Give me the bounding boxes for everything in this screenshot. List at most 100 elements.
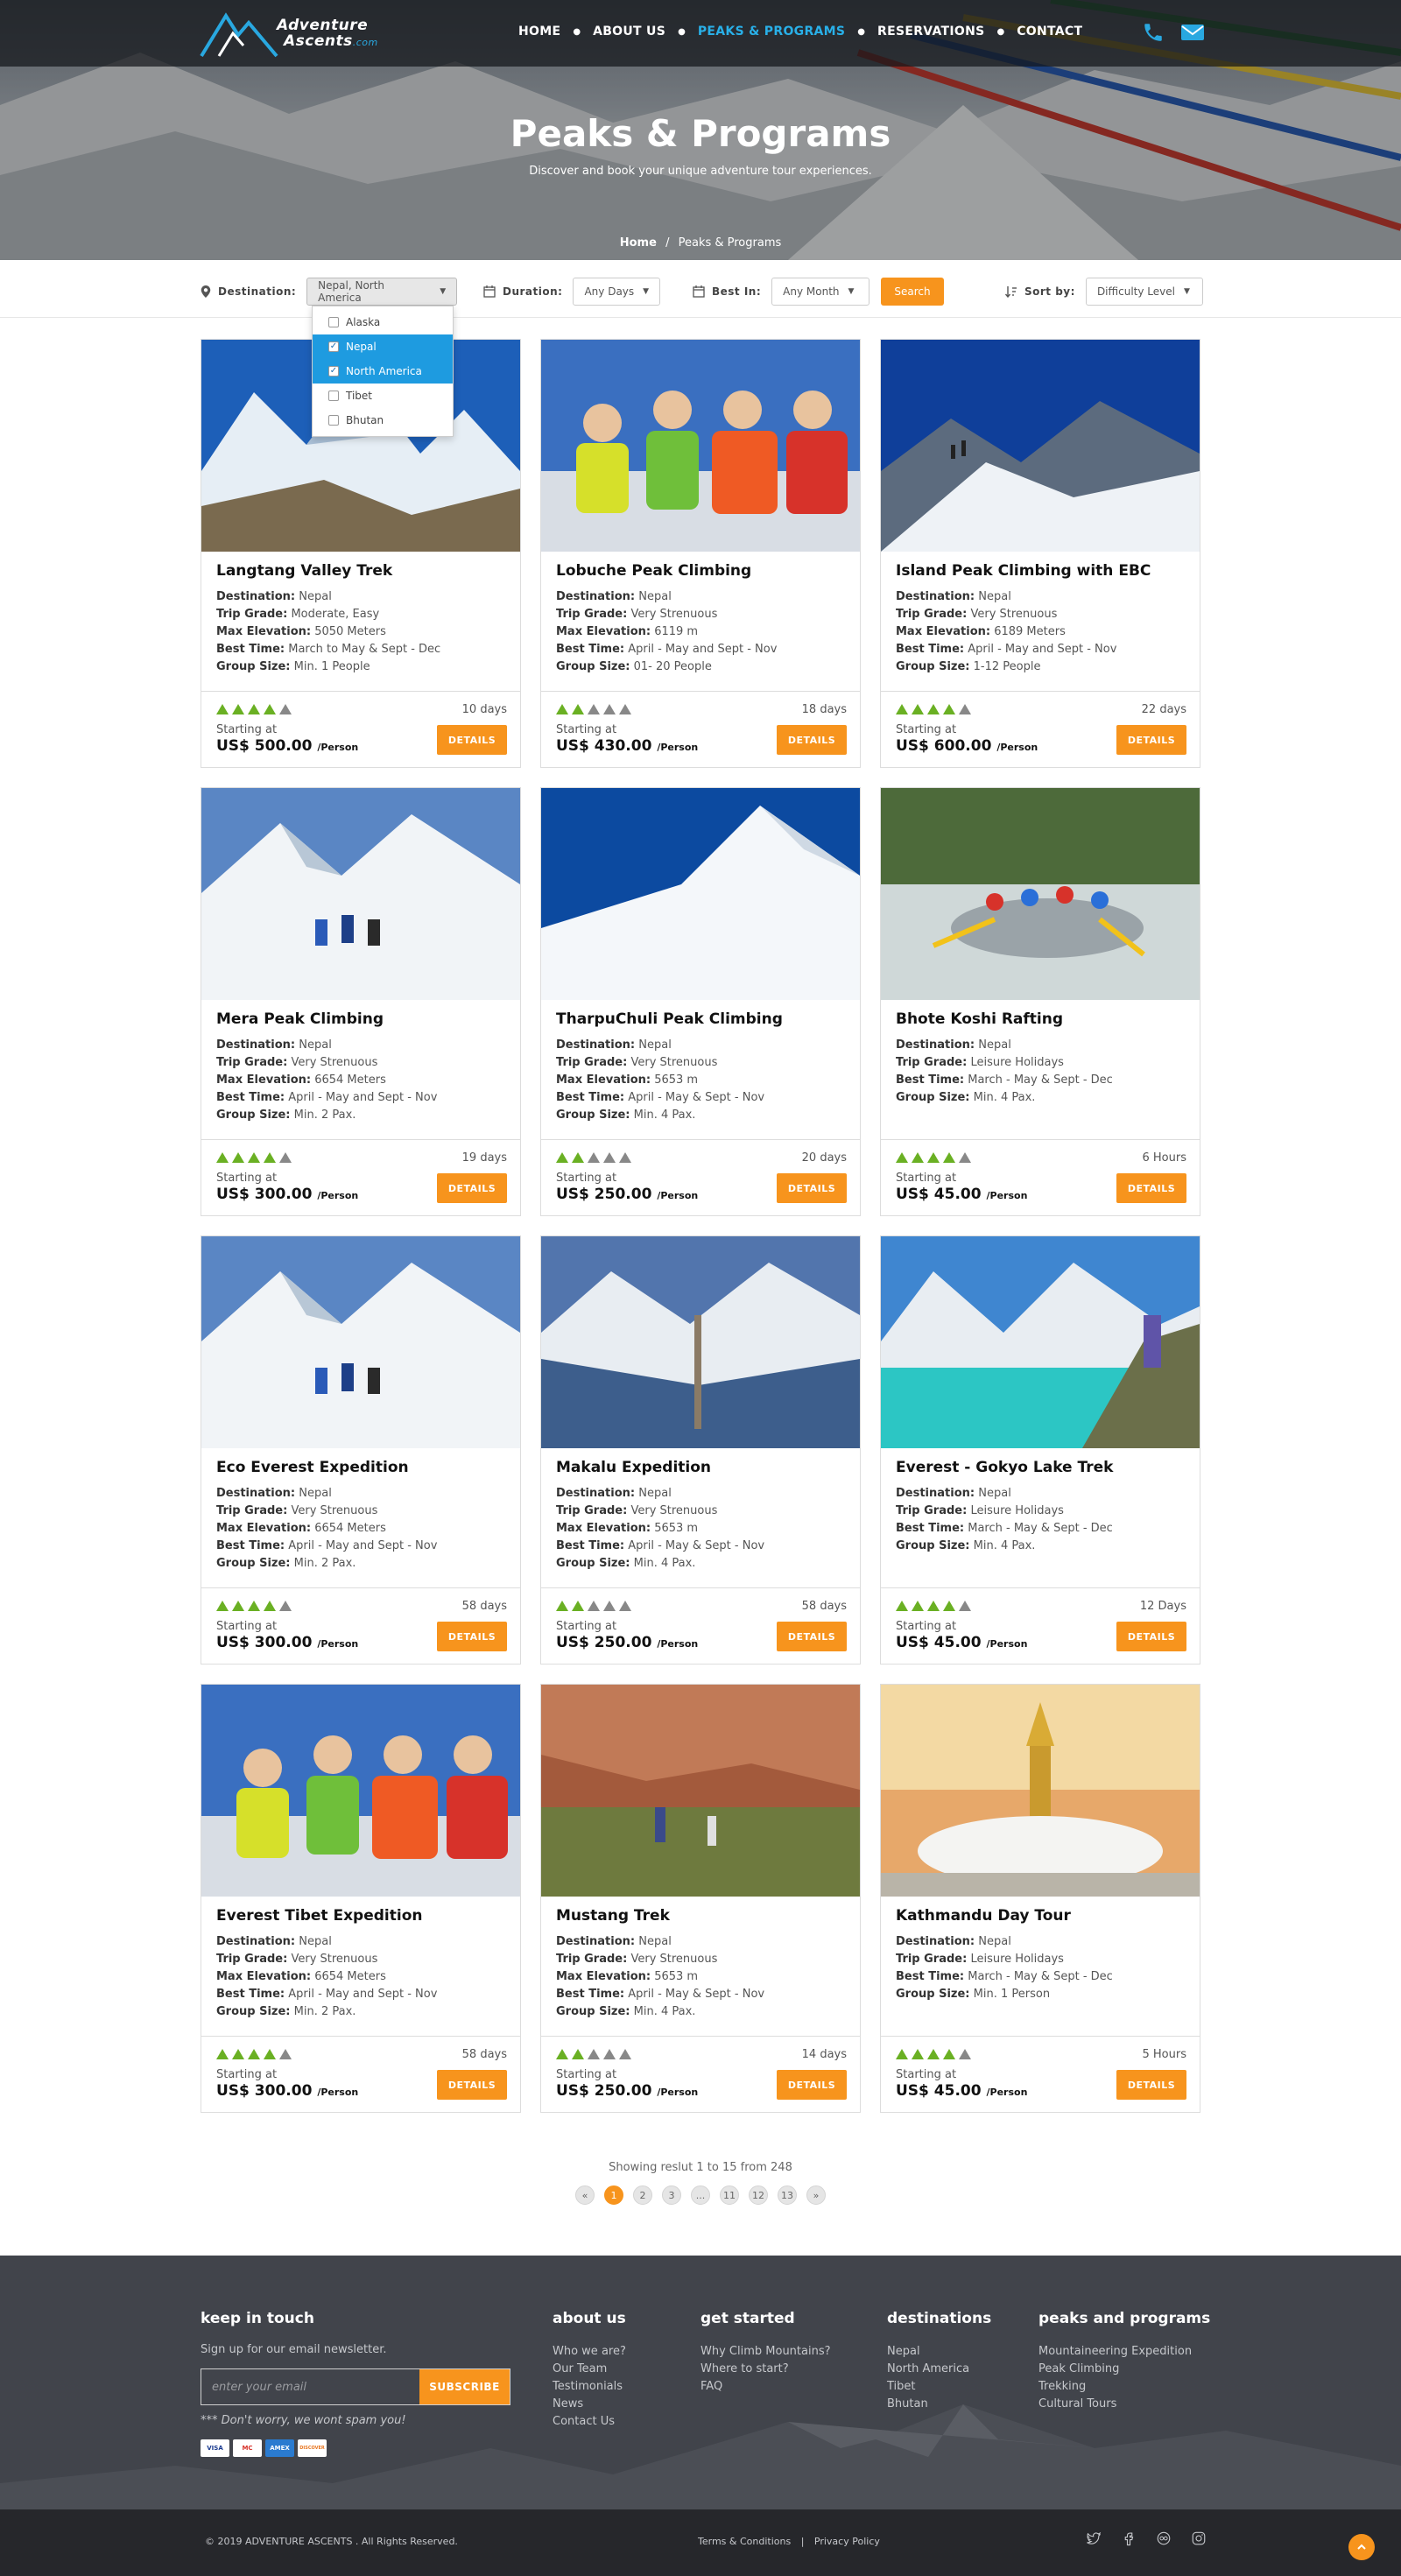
footer-link[interactable]: Peak Climbing	[1038, 2361, 1210, 2378]
destination-option[interactable]: Alaska	[313, 310, 453, 334]
phone-icon[interactable]	[1142, 21, 1165, 44]
checkbox-icon[interactable]	[328, 391, 339, 401]
footer-link[interactable]: Contact Us	[553, 2413, 626, 2431]
program-title[interactable]: Bhote Koshi Rafting	[896, 1010, 1185, 1028]
checkbox-checked-icon[interactable]: ✓	[328, 341, 339, 352]
nav-contact[interactable]: CONTACT	[1017, 25, 1082, 39]
checkbox-icon[interactable]	[328, 415, 339, 426]
program-card[interactable]: Kathmandu Day Tour Destination: Nepal Trip…	[880, 1684, 1200, 2113]
page-link[interactable]: 2	[633, 2185, 652, 2205]
footer-link[interactable]: Nepal	[887, 2343, 991, 2361]
program-image[interactable]	[541, 788, 860, 1000]
footer-link[interactable]: Why Climb Mountains?	[700, 2343, 831, 2361]
nav-reservations[interactable]: RESERVATIONS	[877, 25, 984, 39]
details-button[interactable]: DETAILS	[777, 725, 847, 755]
details-button[interactable]: DETAILS	[777, 1173, 847, 1203]
page-link[interactable]: 1	[604, 2185, 623, 2205]
privacy-link[interactable]: Privacy Policy	[814, 2536, 880, 2547]
checkbox-checked-icon[interactable]: ✓	[328, 366, 339, 377]
nav-about-us[interactable]: ABOUT US	[593, 25, 665, 39]
program-title[interactable]: Mera Peak Climbing	[216, 1010, 505, 1028]
program-title[interactable]: Everest Tibet Expedition	[216, 1907, 505, 1925]
program-card[interactable]: TharpuChuli Peak Climbing Destination: Ne…	[540, 787, 861, 1216]
program-image[interactable]	[881, 788, 1200, 1000]
program-image[interactable]	[201, 1685, 520, 1897]
instagram-icon[interactable]	[1191, 2530, 1207, 2546]
breadcrumb-home[interactable]: Home	[620, 236, 657, 250]
page-link[interactable]: «	[575, 2185, 595, 2205]
details-button[interactable]: DETAILS	[437, 1622, 507, 1651]
details-button[interactable]: DETAILS	[777, 2070, 847, 2100]
details-button[interactable]: DETAILS	[437, 725, 507, 755]
checkbox-icon[interactable]	[328, 317, 339, 327]
twitter-icon[interactable]	[1086, 2530, 1102, 2546]
program-card[interactable]: Island Peak Climbing with EBC Destination…	[880, 339, 1200, 768]
page-link[interactable]: »	[806, 2185, 826, 2205]
details-button[interactable]: DETAILS	[1116, 1622, 1186, 1651]
program-card[interactable]: Mera Peak Climbing Destination: Nepal Trip…	[201, 787, 521, 1216]
best-in-select[interactable]: Any Month ▼	[771, 278, 870, 306]
footer-link[interactable]: Mountaineering Expedition	[1038, 2343, 1210, 2361]
program-image[interactable]	[881, 1236, 1200, 1448]
details-button[interactable]: DETAILS	[1116, 2070, 1186, 2100]
destination-select[interactable]: Nepal, North America ▼	[306, 278, 458, 306]
footer-link[interactable]: Cultural Tours	[1038, 2396, 1210, 2413]
program-card[interactable]: Bhote Koshi Rafting Destination: Nepal Tri…	[880, 787, 1200, 1216]
program-title[interactable]: Makalu Expedition	[556, 1459, 845, 1476]
program-title[interactable]: Island Peak Climbing with EBC	[896, 562, 1185, 580]
program-card[interactable]: Lobuche Peak Climbing Destination: Nepal T…	[540, 339, 861, 768]
nav-home[interactable]: HOME	[518, 25, 560, 39]
page-link[interactable]: ...	[691, 2185, 710, 2205]
program-card[interactable]: Mustang Trek Destination: Nepal Trip Grade…	[540, 1684, 861, 2113]
page-link[interactable]: 11	[720, 2185, 739, 2205]
destination-option[interactable]: Bhutan	[313, 408, 453, 433]
footer-link[interactable]: News	[553, 2396, 626, 2413]
subscribe-button[interactable]: SUBSCRIBE	[419, 2368, 510, 2405]
email-field[interactable]: enter your email	[201, 2368, 419, 2405]
program-image[interactable]	[201, 1236, 520, 1448]
program-image[interactable]	[541, 1685, 860, 1897]
destination-option[interactable]: ✓ Nepal	[313, 334, 453, 359]
mail-icon[interactable]	[1180, 21, 1205, 44]
sort-select[interactable]: Difficulty Level ▼	[1085, 278, 1203, 306]
footer-link[interactable]: Where to start?	[700, 2361, 831, 2378]
program-title[interactable]: Langtang Valley Trek	[216, 562, 505, 580]
terms-link[interactable]: Terms & Conditions	[698, 2536, 791, 2547]
footer-link[interactable]: FAQ	[700, 2378, 831, 2396]
program-image[interactable]	[201, 788, 520, 1000]
footer-link[interactable]: Who we are?	[553, 2343, 626, 2361]
program-image[interactable]	[881, 1685, 1200, 1897]
details-button[interactable]: DETAILS	[777, 1622, 847, 1651]
footer-link[interactable]: Bhutan	[887, 2396, 991, 2413]
program-card[interactable]: Everest Tibet Expedition Destination: Nep…	[201, 1684, 521, 2113]
destination-option[interactable]: ✓ North America	[313, 359, 453, 384]
program-card[interactable]: Makalu Expedition Destination: Nepal Trip …	[540, 1235, 861, 1665]
program-card[interactable]: Everest - Gokyo Lake Trek Destination: Ne…	[880, 1235, 1200, 1665]
program-image[interactable]	[881, 340, 1200, 552]
page-link[interactable]: 13	[778, 2185, 797, 2205]
duration-select[interactable]: Any Days ▼	[573, 278, 661, 306]
details-button[interactable]: DETAILS	[437, 1173, 507, 1203]
tripadvisor-icon[interactable]	[1156, 2530, 1172, 2546]
program-title[interactable]: Mustang Trek	[556, 1907, 845, 1925]
program-card[interactable]: Eco Everest Expedition Destination: Nepal…	[201, 1235, 521, 1665]
program-image[interactable]	[541, 1236, 860, 1448]
nav-peaks-programs[interactable]: PEAKS & PROGRAMS	[698, 25, 845, 39]
footer-link[interactable]: Trekking	[1038, 2378, 1210, 2396]
details-button[interactable]: DETAILS	[1116, 725, 1186, 755]
footer-link[interactable]: North America	[887, 2361, 991, 2378]
details-button[interactable]: DETAILS	[437, 2070, 507, 2100]
program-title[interactable]: TharpuChuli Peak Climbing	[556, 1010, 845, 1028]
footer-link[interactable]: Tibet	[887, 2378, 991, 2396]
program-title[interactable]: Lobuche Peak Climbing	[556, 562, 845, 580]
back-to-top-button[interactable]	[1348, 2534, 1375, 2560]
details-button[interactable]: DETAILS	[1116, 1173, 1186, 1203]
program-title[interactable]: Everest - Gokyo Lake Trek	[896, 1459, 1185, 1476]
facebook-icon[interactable]	[1121, 2530, 1137, 2546]
site-logo[interactable]: Adventure Ascents.com	[200, 7, 384, 60]
search-button[interactable]: Search	[881, 278, 944, 306]
page-link[interactable]: 12	[749, 2185, 768, 2205]
program-image[interactable]	[541, 340, 860, 552]
destination-option[interactable]: Tibet	[313, 384, 453, 408]
page-link[interactable]: 3	[662, 2185, 681, 2205]
